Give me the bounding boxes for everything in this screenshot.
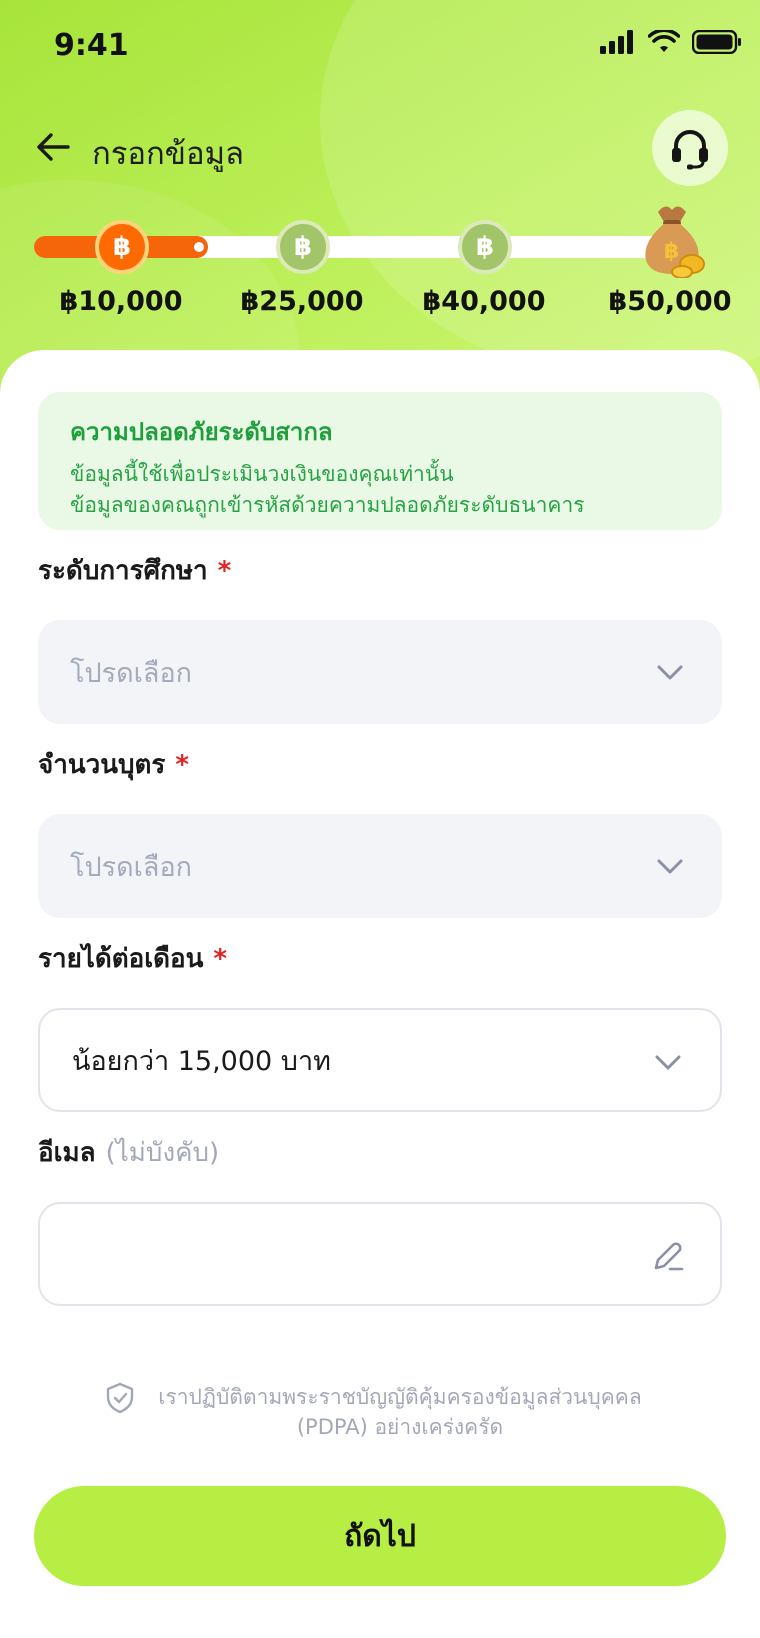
support-button[interactable]	[652, 110, 728, 186]
notice-text: ข้อมูลของคณถูกเข้ารหัสด้วยความปลอดภัยระด…	[70, 493, 585, 517]
education-select[interactable]: โปรดเลือก	[38, 620, 722, 724]
required-mark: *	[175, 750, 189, 780]
pen-icon	[654, 1242, 684, 1271]
baht-coin-icon: ฿	[95, 220, 149, 274]
arrow-left-icon	[37, 133, 70, 161]
pdpa-notice: เราปฏิบัติตามพระราชบัญญัติคุ้มครองข้อมูล…	[100, 1382, 660, 1442]
svg-text:฿: ฿	[664, 239, 679, 264]
security-notice: ความปลอดภัยระดับสากล ข้อมูลนี้ใช้เพื่อปร…	[38, 392, 722, 530]
children-label-text: จำนวนบุตร	[38, 750, 166, 780]
status-bar: 9:41	[0, 0, 760, 90]
chevron-down-icon	[657, 859, 683, 874]
milestone-amount: ฿25,000	[240, 286, 364, 317]
signal-icon	[600, 30, 633, 54]
next-button[interactable]: ถัดไป	[34, 1486, 726, 1586]
pdpa-text: เราปฏิบัติตามพระราชบัญญัติคุ้มครองข้อมูล…	[158, 1385, 642, 1439]
required-mark: *	[213, 944, 228, 974]
page-title: กรอกข้อมูล	[92, 136, 245, 172]
notice-text: ข้อมูลนี้ใช้เพื่อประเมินวงเงินของคุณเท่า…	[70, 462, 454, 486]
income-label: รายได้ต่อเดือน *	[38, 938, 227, 979]
back-button[interactable]	[32, 126, 74, 168]
income-label-text: รายได้ต่อเดือน	[38, 944, 204, 974]
education-value: โปรดเลือก	[70, 657, 193, 689]
money-bag-icon: ฿	[645, 206, 705, 278]
income-value: น้อยกว่า 15,000 บาท	[72, 1045, 331, 1077]
milestone-amount: ฿40,000	[422, 286, 546, 317]
baht-coin-icon: ฿	[458, 220, 512, 274]
optional-note: (ไม่บังคับ)	[105, 1138, 220, 1168]
children-value: โปรดเลือก	[70, 851, 193, 883]
email-label-text: อีเมล	[38, 1138, 96, 1168]
milestone-amount: ฿10,000	[59, 286, 183, 317]
status-icons	[600, 30, 742, 54]
shield-check-icon	[106, 1382, 134, 1414]
email-label: อีเมล (ไม่บังคับ)	[38, 1132, 219, 1173]
chevron-down-icon	[657, 665, 683, 680]
baht-coin-icon: ฿	[276, 220, 330, 274]
form-card: ความปลอดภัยระดับสากล ข้อมูลนี้ใช้เพื่อปร…	[0, 350, 760, 1638]
status-time: 9:41	[54, 28, 129, 63]
notice-title: ความปลอดภัยระดับสากล	[70, 418, 333, 446]
app-header: กรอกข้อมูล	[0, 110, 760, 186]
children-label: จำนวนบุตร *	[38, 744, 189, 785]
children-select[interactable]: โปรดเลือก	[38, 814, 722, 918]
battery-icon	[692, 30, 741, 54]
chevron-down-icon	[655, 1055, 681, 1070]
email-field[interactable]	[38, 1202, 722, 1306]
headset-icon	[672, 130, 708, 170]
income-select[interactable]: น้อยกว่า 15,000 บาท	[38, 1008, 722, 1112]
wifi-icon	[648, 30, 680, 52]
progress-marker	[194, 242, 204, 252]
loan-limit-progress: ฿ ฿ ฿ ฿ ฿10,000 ฿25,000 ฿40,000 ฿50,000	[0, 206, 760, 320]
milestone-amount: ฿50,000	[608, 286, 732, 317]
required-mark: *	[217, 556, 232, 586]
education-label: ระดับการศึกษา *	[38, 550, 231, 591]
education-label-text: ระดับการศึกษา	[38, 556, 208, 586]
